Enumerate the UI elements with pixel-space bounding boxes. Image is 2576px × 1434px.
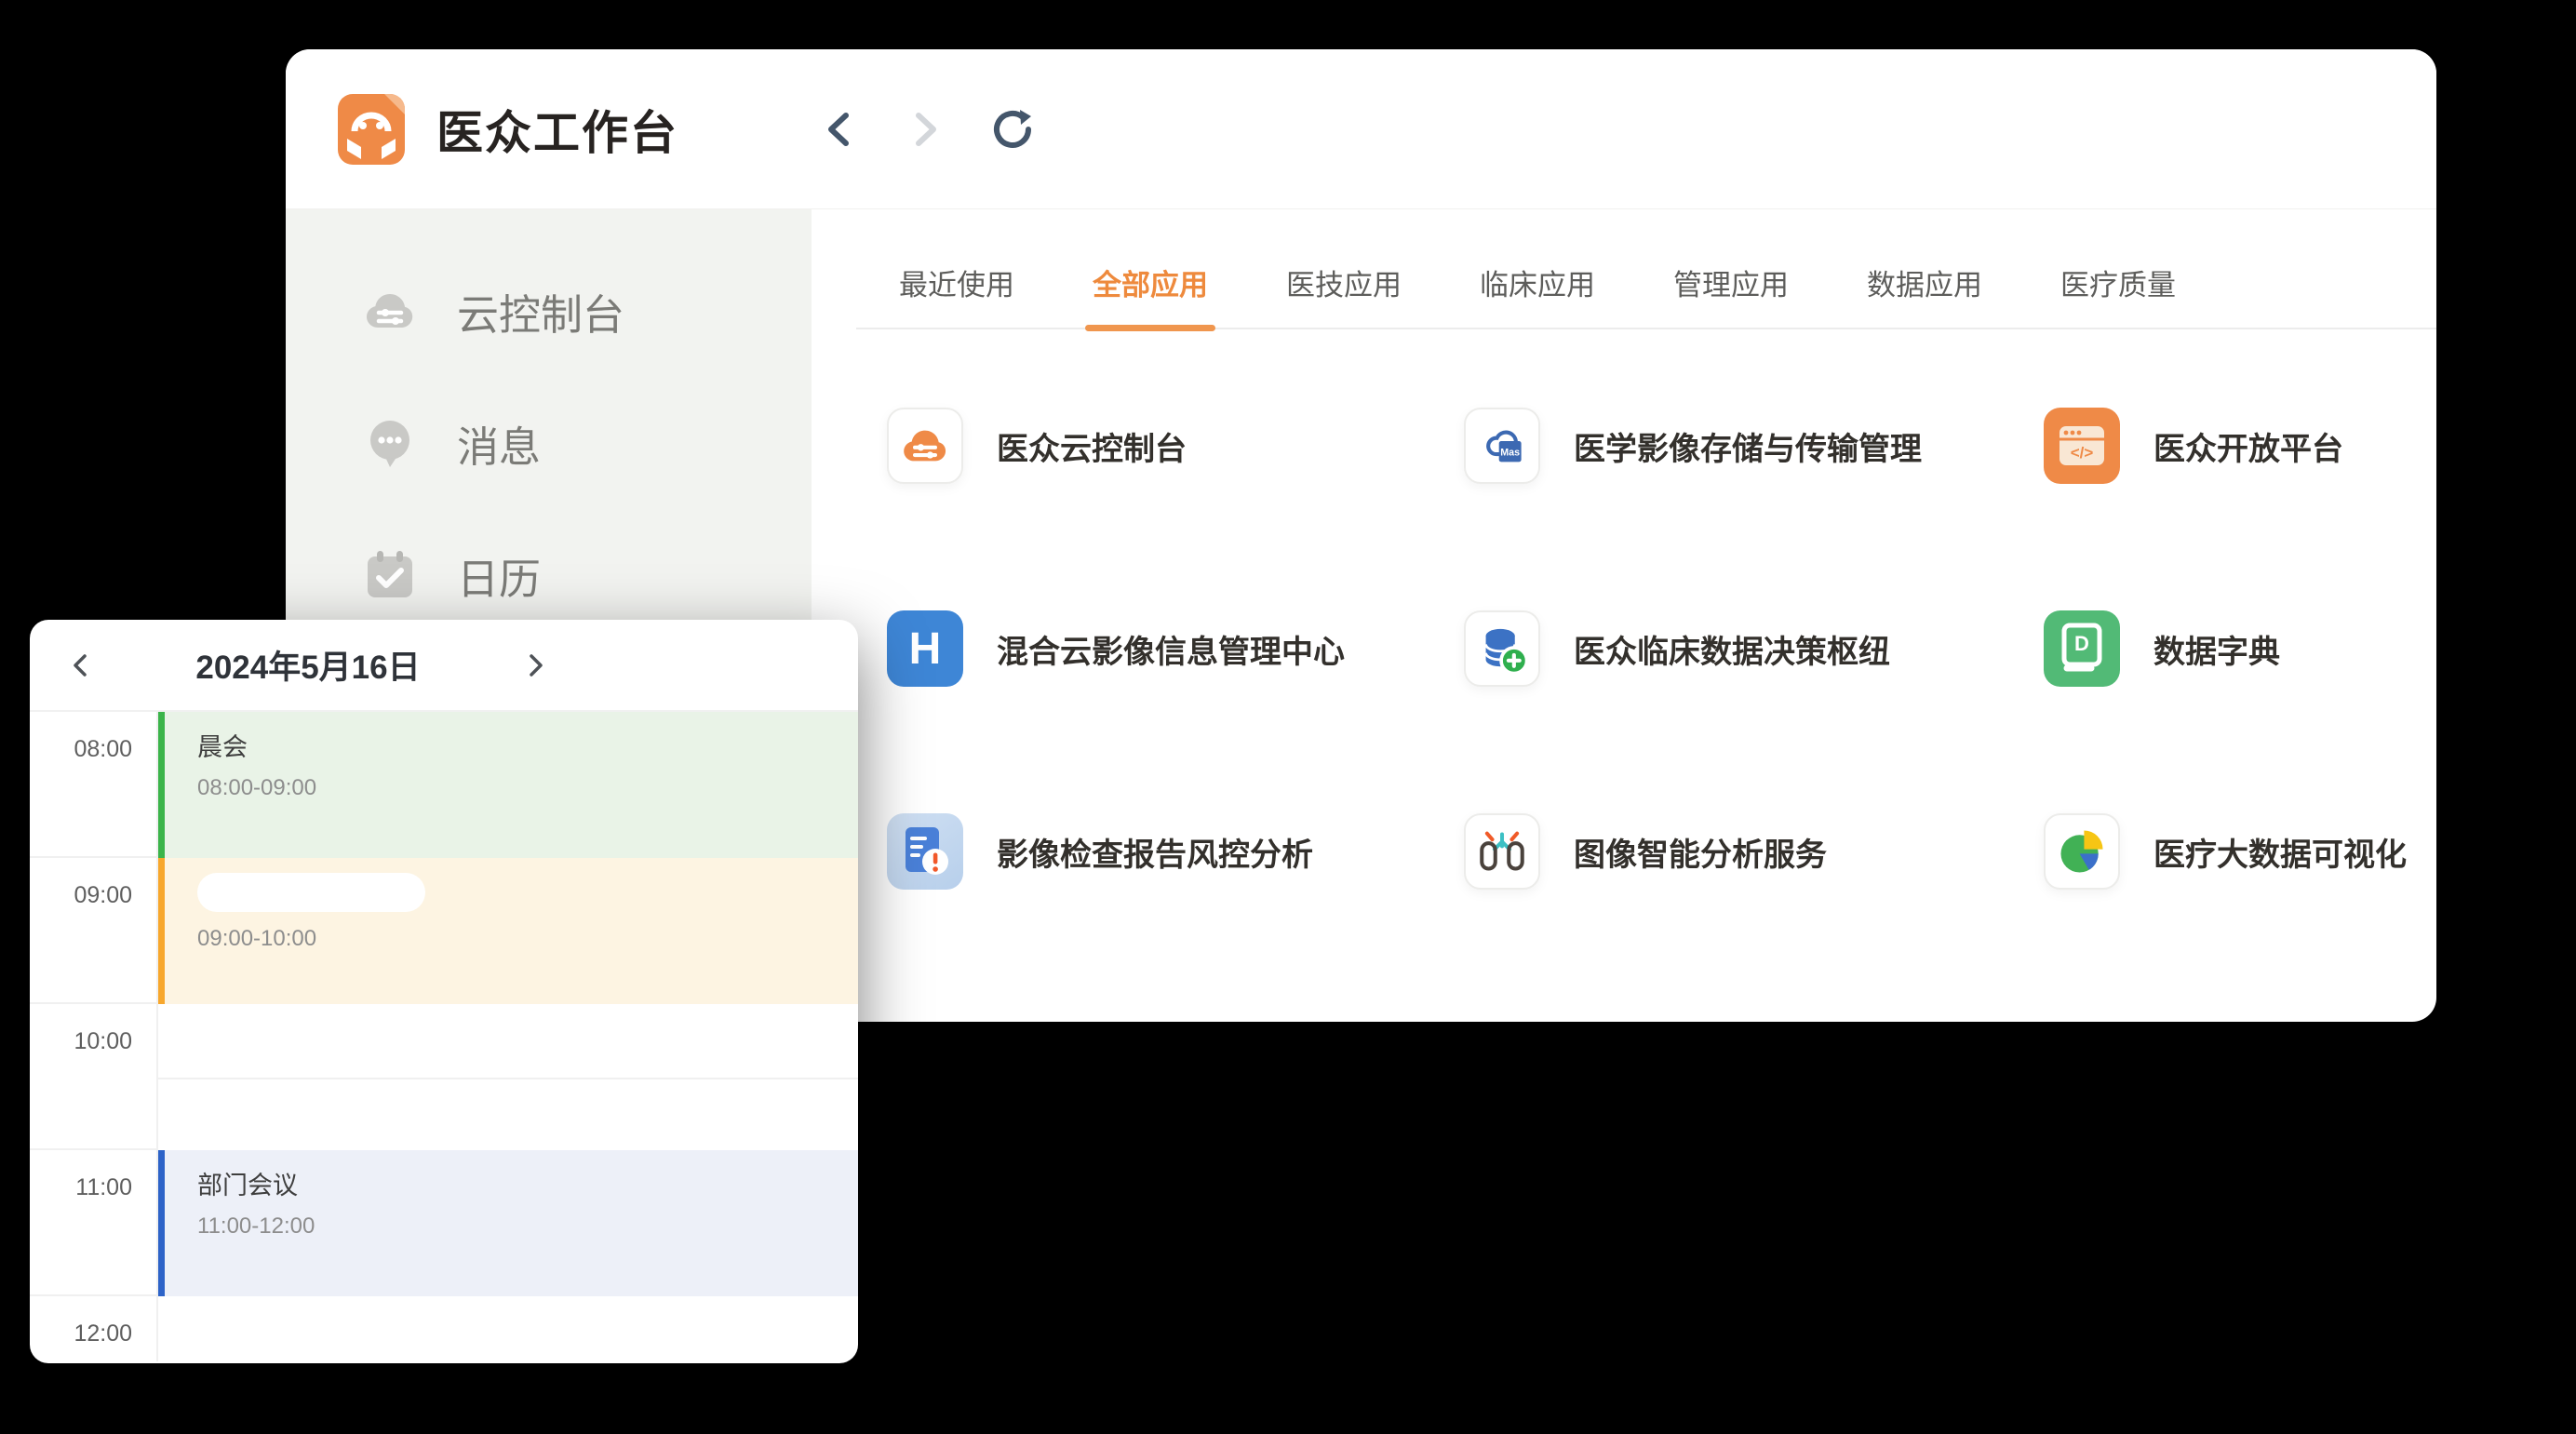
refresh-icon [989,108,1032,151]
time-label: 08:00 [30,712,158,858]
time-slot [158,1004,858,1150]
event-time-range: 11:00-12:00 [197,1213,858,1240]
sidebar-item-cloud-console[interactable]: 云控制台 [286,245,812,377]
calendar-popup: 2024年5月16日 08:00 晨会 08:00-09:00 09:00 [30,620,858,1363]
h-letter-icon: H [887,610,963,687]
time-slot: 09:00-10:00 [158,858,858,1004]
cloud-settings-icon [887,408,963,484]
event-title: 晨会 [197,727,858,763]
open-platform-icon: </> [2044,408,2120,484]
calendar-row-0900: 09:00 09:00-10:00 [30,858,858,1004]
forward-button[interactable] [904,108,946,151]
page-title: 医众工作台 [436,96,678,163]
chevron-right-icon [524,651,548,679]
app-item-big-data-visualization[interactable]: 医疗大数据可视化 [2044,813,2436,890]
redacted-title-pill [197,873,425,912]
app-item-report-risk-analysis[interactable]: 影像检查报告风控分析 [887,813,1464,890]
desktop-background: 医众工作台 [0,0,2576,1434]
tab-all-apps[interactable]: 全部应用 [1093,261,1208,328]
calendar-next-day-button[interactable] [508,637,564,693]
cloud-settings-icon [358,279,422,342]
calendar-row-0800: 08:00 晨会 08:00-09:00 [30,712,858,858]
chevron-left-icon [68,651,92,679]
back-button[interactable] [818,108,861,151]
dictionary-icon: D [2044,610,2120,687]
tab-management-apps[interactable]: 管理应用 [1673,261,1789,328]
time-slot [158,1296,858,1361]
app-item-cloud-console[interactable]: 医众云控制台 [887,408,1464,484]
database-plus-icon [1464,610,1540,687]
event-morning-meeting[interactable]: 晨会 08:00-09:00 [158,712,858,858]
tab-medtech-apps[interactable]: 医技应用 [1286,261,1402,328]
time-label: 10:00 [30,1004,158,1150]
svg-text:Mas: Mas [1500,448,1520,459]
app-item-hybrid-cloud-center[interactable]: H 混合云影像信息管理中心 [887,610,1464,687]
lungs-ai-icon [1464,813,1540,890]
calendar-header: 2024年5月16日 [30,620,858,712]
time-slot: 晨会 08:00-09:00 [158,712,858,858]
calendar-prev-day-button[interactable] [52,637,108,693]
app-label: 医学影像存储与传输管理 [1574,423,1922,469]
sidebar-item-label: 日历 [457,545,541,606]
event-time-range: 08:00-09:00 [197,775,858,801]
app-label: 医众开放平台 [2153,423,2343,469]
app-item-image-storage[interactable]: Mas 医学影像存储与传输管理 [1464,408,2044,484]
message-icon [358,411,422,475]
event-department-meeting[interactable]: 部门会议 11:00-12:00 [158,1150,858,1296]
window-header: 医众工作台 [286,49,2436,209]
time-slot: 部门会议 11:00-12:00 [158,1150,858,1296]
tab-bar: 最近使用 全部应用 医技应用 临床应用 管理应用 数据应用 医疗质量 [856,261,2436,329]
app-label: 混合云影像信息管理中心 [997,626,1345,672]
app-item-open-platform[interactable]: </> 医众开放平台 [2044,408,2436,484]
app-label: 医众临床数据决策枢纽 [1574,626,1890,672]
calendar-row-1200: 12:00 [30,1296,858,1361]
sidebar-item-label: 云控制台 [457,281,624,342]
sidebar-item-label: 消息 [457,413,541,474]
browser-nav [818,108,1032,151]
time-label: 09:00 [30,858,158,1004]
calendar-body: 08:00 晨会 08:00-09:00 09:00 09:00-10:00 [30,712,858,1361]
tab-recent[interactable]: 最近使用 [899,261,1014,328]
chevron-right-icon [906,109,944,150]
app-grid: 医众云控制台 Mas 医学影像存储与传输管理 [887,408,2436,890]
calendar-row-1100: 11:00 部门会议 11:00-12:00 [30,1150,858,1296]
report-risk-icon [887,813,963,890]
time-label: 11:00 [30,1150,158,1296]
app-label: 数据字典 [2153,626,2280,672]
chevron-left-icon [821,109,858,150]
tab-quality[interactable]: 医疗质量 [2060,261,2176,328]
content-area: 最近使用 全部应用 医技应用 临床应用 管理应用 数据应用 医疗质量 [812,209,2436,1021]
time-label: 12:00 [30,1296,158,1361]
app-label: 医众云控制台 [997,423,1187,469]
app-label: 医疗大数据可视化 [2153,829,2407,875]
app-label: 图像智能分析服务 [1574,829,1827,875]
event-title: 部门会议 [197,1165,858,1201]
app-item-clinical-data-hub[interactable]: 医众临床数据决策枢纽 [1464,610,2044,687]
event-redacted[interactable]: 09:00-10:00 [158,858,858,1004]
app-label: 影像检查报告风控分析 [997,829,1313,875]
app-item-image-ai-analysis[interactable]: 图像智能分析服务 [1464,813,2044,890]
sidebar-item-messages[interactable]: 消息 [286,377,812,509]
tab-clinical-apps[interactable]: 临床应用 [1480,261,1595,328]
calendar-icon [358,543,422,607]
refresh-button[interactable] [989,108,1032,151]
app-logo-icon [334,92,409,167]
svg-text:</>: </> [2071,444,2094,462]
pie-chart-icon [2044,813,2120,890]
svg-text:D: D [2074,632,2089,655]
calendar-row-1000: 10:00 [30,1004,858,1150]
calendar-date-label: 2024年5月16日 [108,641,508,689]
event-time-range: 09:00-10:00 [197,926,858,952]
tab-data-apps[interactable]: 数据应用 [1867,261,1982,328]
mas-cloud-icon: Mas [1464,408,1540,484]
app-item-data-dictionary[interactable]: D 数据字典 [2044,610,2436,687]
